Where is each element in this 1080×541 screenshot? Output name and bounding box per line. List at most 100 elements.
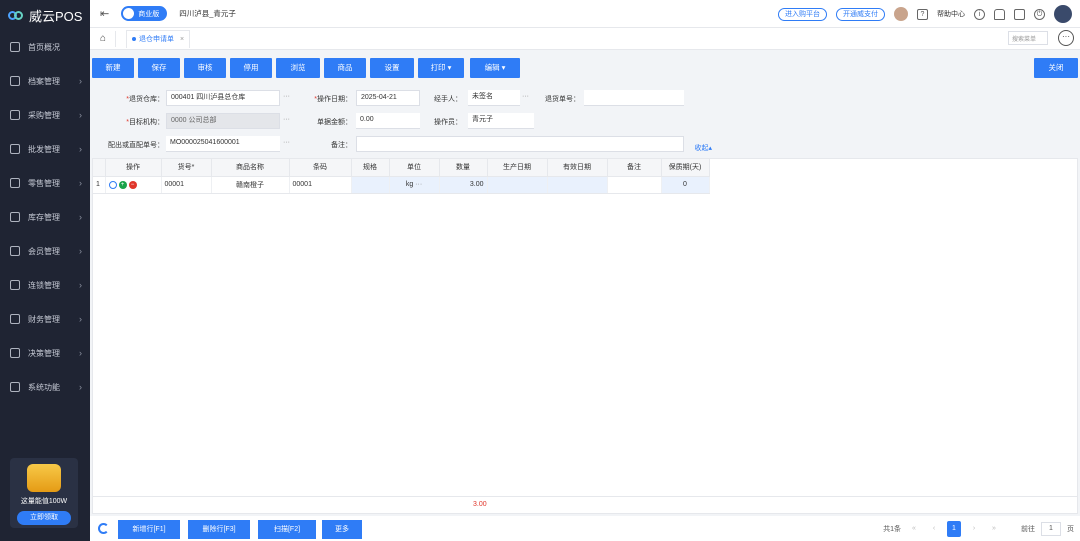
sidebar-item-label: 会员管理 — [28, 246, 60, 256]
col-header: 商品名称 — [211, 159, 290, 177]
chevron-right-icon: › — [79, 280, 82, 290]
edition-label: 商业版 — [138, 10, 160, 18]
col-header: 条码 — [289, 159, 352, 177]
chevron-down-icon: ▾ — [447, 63, 452, 72]
finance-icon — [10, 314, 20, 324]
next-page-icon[interactable]: › — [967, 521, 981, 537]
target-org-picker-icon[interactable]: ··· — [283, 116, 290, 123]
help-center-link[interactable]: 帮助中心 — [937, 9, 965, 19]
sidebar-item-6[interactable]: 会员管理 › — [0, 234, 90, 268]
remove-icon[interactable]: − — [128, 180, 137, 189]
sidebar-item-9[interactable]: 决策管理 › — [0, 336, 90, 370]
sidebar-item-5[interactable]: 库存管理 › — [0, 200, 90, 234]
target-org-field[interactable]: 0000 公司总部 — [166, 113, 280, 129]
op-date-field[interactable]: 2025-04-21 — [356, 90, 420, 106]
edit-label: 编辑 — [484, 63, 500, 72]
return-warehouse-field[interactable]: 000401 四川泸县总仓库 — [166, 90, 280, 106]
return-no-field[interactable] — [584, 90, 684, 106]
handler-picker-icon[interactable]: ··· — [522, 93, 529, 100]
unit-picker-icon[interactable]: ··· — [415, 181, 422, 188]
cell-shelf-life[interactable]: 0 — [661, 176, 710, 194]
dist-no-field[interactable]: MO000025041600001 — [166, 136, 280, 152]
new-button[interactable]: 新建 — [92, 58, 134, 78]
chevron-right-icon: › — [79, 382, 82, 392]
cell-qty[interactable]: 3.00 — [439, 176, 488, 194]
sidebar-item-2[interactable]: 采购管理 › — [0, 98, 90, 132]
bell-icon[interactable] — [994, 8, 1005, 20]
user-avatar[interactable] — [894, 7, 908, 21]
more-icon[interactable]: ··· — [1058, 30, 1074, 46]
menu-collapse-icon[interactable]: ⇤ — [100, 7, 109, 20]
app-logo[interactable]: 威云POS — [0, 0, 90, 30]
browse-button[interactable]: 浏览 — [276, 58, 320, 78]
sidebar-item-1[interactable]: 档案管理 › — [0, 64, 90, 98]
unit-value: kg — [405, 181, 414, 188]
scan-button[interactable]: 扫描[F2] — [258, 520, 316, 539]
collapse-link[interactable]: 收起▴ — [694, 143, 712, 153]
prev-page-icon[interactable]: ‹ — [927, 521, 941, 537]
goods-button[interactable]: 商品 — [324, 58, 366, 78]
sidebar-item-8[interactable]: 财务管理 › — [0, 302, 90, 336]
promo-card: 这量能值100W 立即领取 — [10, 458, 78, 528]
sidebar: 威云POS 首页概况 档案管理 › 采购管理 › 批发管理 › 零售管理 › 库存管理 › 会员管理 ›… — [0, 0, 90, 541]
cell-unit[interactable]: kg ··· — [389, 176, 440, 194]
amount-field: 0.00 — [356, 113, 420, 129]
refresh-icon[interactable] — [98, 523, 109, 534]
home-icon — [10, 42, 20, 52]
cell-prod-date[interactable] — [487, 176, 548, 194]
cell-sku[interactable]: 00001 — [161, 176, 212, 194]
operator-field: 青元子 — [468, 113, 534, 129]
delete-row-button[interactable]: 删除行[F3] — [188, 520, 250, 539]
page-number[interactable]: 1 — [947, 521, 961, 537]
sidebar-item-0[interactable]: 首页概况 — [0, 30, 90, 64]
disable-button[interactable]: 停用 — [230, 58, 272, 78]
close-icon[interactable]: × — [180, 36, 184, 43]
cell-remark[interactable] — [607, 176, 662, 194]
last-page-icon[interactable]: » — [987, 521, 1001, 537]
sidebar-item-label: 批发管理 — [28, 144, 60, 154]
add-row-button[interactable]: 新增行[F1] — [118, 520, 180, 539]
help-icon[interactable]: ? — [917, 8, 928, 20]
edit-button[interactable]: 编辑 ▾ — [470, 58, 520, 78]
sidebar-item-4[interactable]: 零售管理 › — [0, 166, 90, 200]
cell-barcode[interactable]: 00001 — [289, 176, 352, 194]
col-header: 数量 — [439, 159, 488, 177]
table-row[interactable]: 1 + − 00001 赣南橙子 00001 kg ··· 3.00 0 — [93, 176, 710, 194]
sidebar-item-label: 系统功能 — [28, 382, 60, 392]
close-button[interactable]: 关闭 — [1034, 58, 1078, 78]
first-page-icon[interactable]: « — [907, 521, 921, 537]
add-icon[interactable]: + — [118, 180, 127, 189]
cell-exp-date[interactable] — [547, 176, 608, 194]
return-warehouse-picker-icon[interactable]: ··· — [283, 93, 290, 100]
edition-badge[interactable]: 商业版 — [121, 6, 168, 21]
sidebar-item-10[interactable]: 系统功能 › — [0, 370, 90, 404]
audit-button[interactable]: 审核 — [184, 58, 226, 78]
settings-button[interactable]: 设置 — [370, 58, 414, 78]
save-button[interactable]: 保存 — [138, 58, 180, 78]
total-qty: 3.00 — [473, 501, 487, 508]
promo-button[interactable]: 立即领取 — [17, 511, 71, 525]
lock-icon[interactable] — [1014, 8, 1025, 20]
dist-no-picker-icon[interactable]: ··· — [283, 139, 290, 146]
home-icon[interactable]: ⌂ — [100, 30, 116, 47]
brand-avatar[interactable] — [1054, 5, 1072, 23]
top-bar: ⇤ 商业版 四川泸县_青元子 进入购平台 开通威支付 ? 帮助中心 i ⏻ — [90, 0, 1080, 28]
search-icon[interactable] — [108, 180, 117, 189]
handler-field[interactable]: 未签名 — [468, 90, 520, 106]
menu-search-input[interactable]: 搜索菜单 — [1008, 31, 1048, 45]
sidebar-item-3[interactable]: 批发管理 › — [0, 132, 90, 166]
chevron-right-icon: › — [79, 212, 82, 222]
cell-name[interactable]: 赣南橙子 — [211, 176, 290, 194]
info-icon[interactable]: i — [974, 8, 985, 20]
tab-return-request[interactable]: 退仓申请单 × — [126, 29, 191, 48]
remark-field[interactable] — [356, 136, 684, 152]
marketplace-link[interactable]: 进入购平台 — [778, 7, 827, 21]
power-icon[interactable]: ⏻ — [1034, 8, 1045, 20]
return-warehouse-label: *退货仓库： — [126, 96, 164, 103]
more-button[interactable]: 更多 — [322, 520, 362, 539]
sidebar-item-7[interactable]: 连锁管理 › — [0, 268, 90, 302]
cell-spec[interactable] — [351, 176, 390, 194]
goto-input[interactable]: 1 — [1041, 522, 1061, 536]
pay-link[interactable]: 开通威支付 — [836, 7, 885, 21]
print-button[interactable]: 打印 ▾ — [418, 58, 464, 78]
